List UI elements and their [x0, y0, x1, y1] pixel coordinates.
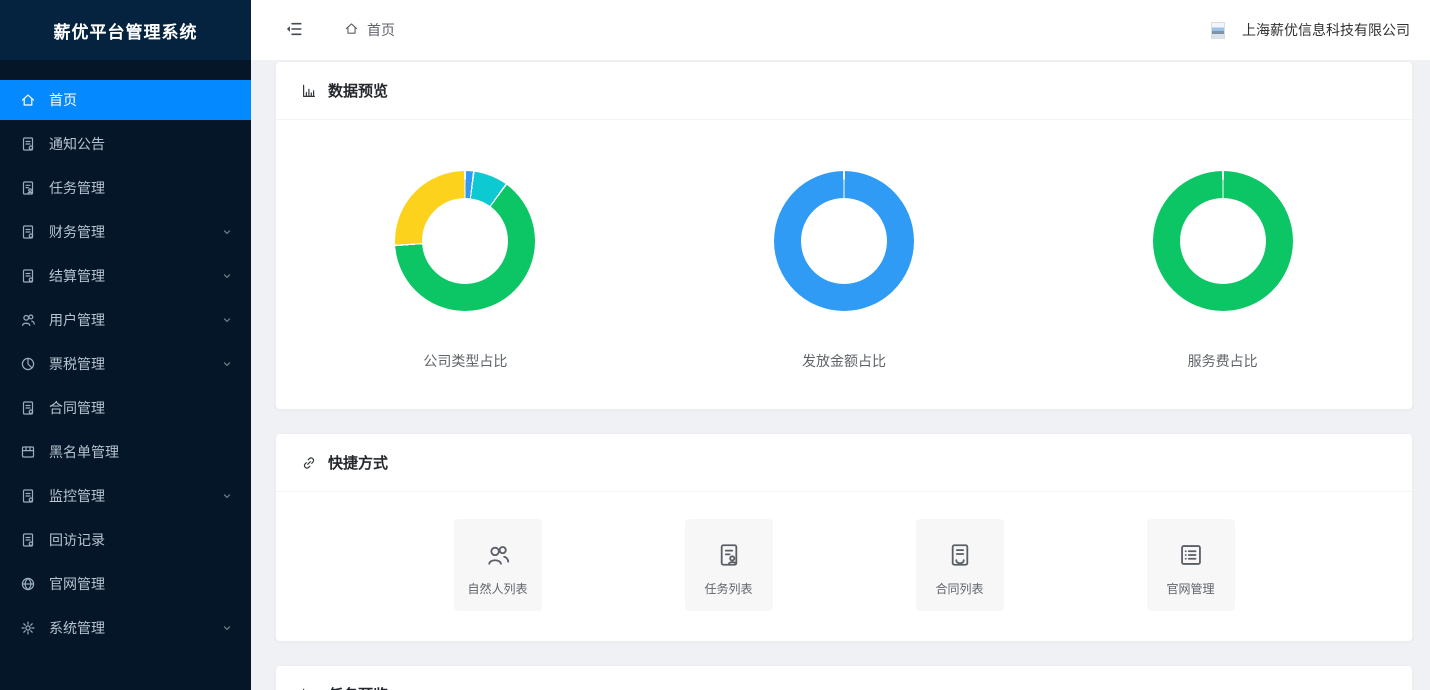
shortcut-task-list[interactable]: 任务列表 — [685, 519, 773, 611]
globe-icon — [20, 576, 36, 592]
list-square-icon — [1178, 542, 1204, 568]
doc-person-icon — [716, 542, 742, 568]
home-icon — [20, 92, 36, 108]
sidebar-item-label: 任务管理 — [49, 178, 105, 198]
donut-ring — [395, 171, 535, 311]
donut-chart-0: 公司类型占比 — [276, 171, 655, 371]
home-icon — [344, 21, 359, 36]
shortcut-website-admin[interactable]: 官网管理 — [1147, 519, 1235, 611]
charts-row: 公司类型占比 发放金额占比 服务费占比 — [276, 120, 1412, 409]
sidebar-item-label: 监控管理 — [49, 486, 105, 506]
donut-ring — [774, 171, 914, 311]
sidebar-item-finance[interactable]: 财务管理 — [0, 212, 251, 252]
data-preview-header: 数据预览 — [276, 62, 1412, 120]
donut-chart-1: 发放金额占比 — [655, 171, 1034, 371]
sidebar-collapse-button[interactable] — [285, 20, 303, 41]
contract-icon — [947, 542, 973, 568]
gear-icon — [20, 620, 36, 636]
sidebar-item-label: 票税管理 — [49, 354, 105, 374]
sidebar-item-monitoring[interactable]: 监控管理 — [0, 476, 251, 516]
chart-label: 发放金额占比 — [802, 351, 886, 371]
sidebar-item-blacklist[interactable]: 黑名单管理 — [0, 432, 251, 472]
shortcut-label: 自然人列表 — [467, 580, 527, 597]
table-icon — [20, 444, 36, 460]
sidebar-item-website[interactable]: 官网管理 — [0, 564, 251, 604]
doc-badge-icon — [20, 268, 36, 284]
data-preview-card: 数据预览 公司类型占比 发放金额占比 服务费占比 — [276, 62, 1412, 409]
link-icon — [301, 455, 317, 471]
chart-label: 公司类型占比 — [423, 351, 507, 371]
sidebar-item-label: 首页 — [49, 90, 77, 110]
sidebar-item-label: 结算管理 — [49, 266, 105, 286]
sidebar-item-followup[interactable]: 回访记录 — [0, 520, 251, 560]
data-preview-title: 数据预览 — [328, 80, 388, 101]
users-big-icon — [485, 542, 511, 568]
bar-chart-icon — [301, 687, 317, 690]
sidebar-item-label: 合同管理 — [49, 398, 105, 418]
sidebar-item-tax[interactable]: 票税管理 — [0, 344, 251, 384]
shortcut-label: 官网管理 — [1166, 580, 1214, 597]
shortcut-label: 任务列表 — [704, 580, 752, 597]
users-icon — [20, 312, 36, 328]
company-name: 上海薪优信息科技有限公司 — [1242, 20, 1410, 40]
fold-icon — [285, 20, 303, 38]
donut-ring — [1153, 171, 1293, 311]
sidebar-item-label: 用户管理 — [49, 310, 105, 330]
sidebar-item-contracts[interactable]: 合同管理 — [0, 388, 251, 428]
task-preview-card: 任务预览 — [276, 666, 1412, 690]
chevron-down-icon — [221, 622, 233, 634]
bar-chart-icon — [301, 83, 317, 99]
sidebar-item-system[interactable]: 系统管理 — [0, 608, 251, 648]
sidebar-item-label: 回访记录 — [49, 530, 105, 550]
sidebar-item-notices[interactable]: 通知公告 — [0, 124, 251, 164]
doc-badge-icon — [20, 532, 36, 548]
breadcrumb[interactable]: 首页 — [344, 20, 395, 40]
user-avatar — [1211, 22, 1225, 39]
sidebar-item-label: 财务管理 — [49, 222, 105, 242]
shortcut-natural-person-list[interactable]: 自然人列表 — [454, 519, 542, 611]
donut-chart-2: 服务费占比 — [1033, 171, 1412, 371]
doc-badge-icon — [20, 136, 36, 152]
chevron-down-icon — [221, 270, 233, 282]
breadcrumb-home-label: 首页 — [367, 20, 395, 40]
shortcuts-row: 自然人列表 任务列表 合同列表 官网管理 — [276, 492, 1412, 641]
main-content: 数据预览 公司类型占比 发放金额占比 服务费占比 快捷方式 自然人列表 任务列表 合同列… — [251, 60, 1430, 690]
doc-person-icon — [20, 180, 36, 196]
chevron-down-icon — [221, 314, 233, 326]
task-preview-header: 任务预览 — [276, 666, 1412, 690]
user-menu[interactable]: 上海薪优信息科技有限公司 — [1211, 20, 1410, 40]
app-title: 薪优平台管理系统 — [0, 0, 251, 60]
sidebar-item-home[interactable]: 首页 — [0, 80, 251, 120]
sidebar-item-tasks[interactable]: 任务管理 — [0, 168, 251, 208]
chevron-down-icon — [221, 226, 233, 238]
sidebar-item-settlement[interactable]: 结算管理 — [0, 256, 251, 296]
doc-badge-icon — [20, 400, 36, 416]
sidebar-menu: 首页通知公告任务管理财务管理结算管理用户管理票税管理合同管理黑名单管理监控管理回… — [0, 60, 251, 648]
sidebar-item-users[interactable]: 用户管理 — [0, 300, 251, 340]
sidebar-item-label: 黑名单管理 — [49, 442, 119, 462]
chart-label: 服务费占比 — [1188, 351, 1258, 371]
task-preview-title: 任务预览 — [328, 684, 388, 690]
topbar: 首页 上海薪优信息科技有限公司 — [251, 0, 1430, 60]
doc-badge-icon — [20, 224, 36, 240]
shortcuts-title: 快捷方式 — [328, 452, 388, 473]
shortcuts-header: 快捷方式 — [276, 434, 1412, 492]
doc-badge-icon — [20, 488, 36, 504]
shortcuts-card: 快捷方式 自然人列表 任务列表 合同列表 官网管理 — [276, 434, 1412, 641]
shortcut-contract-list[interactable]: 合同列表 — [916, 519, 1004, 611]
pie-icon — [20, 356, 36, 372]
chevron-down-icon — [221, 490, 233, 502]
chevron-down-icon — [221, 358, 233, 370]
sidebar-item-label: 系统管理 — [49, 618, 105, 638]
sidebar-item-label: 通知公告 — [49, 134, 105, 154]
shortcut-label: 合同列表 — [935, 580, 983, 597]
sidebar: 薪优平台管理系统 首页通知公告任务管理财务管理结算管理用户管理票税管理合同管理黑… — [0, 0, 251, 690]
sidebar-item-label: 官网管理 — [49, 574, 105, 594]
